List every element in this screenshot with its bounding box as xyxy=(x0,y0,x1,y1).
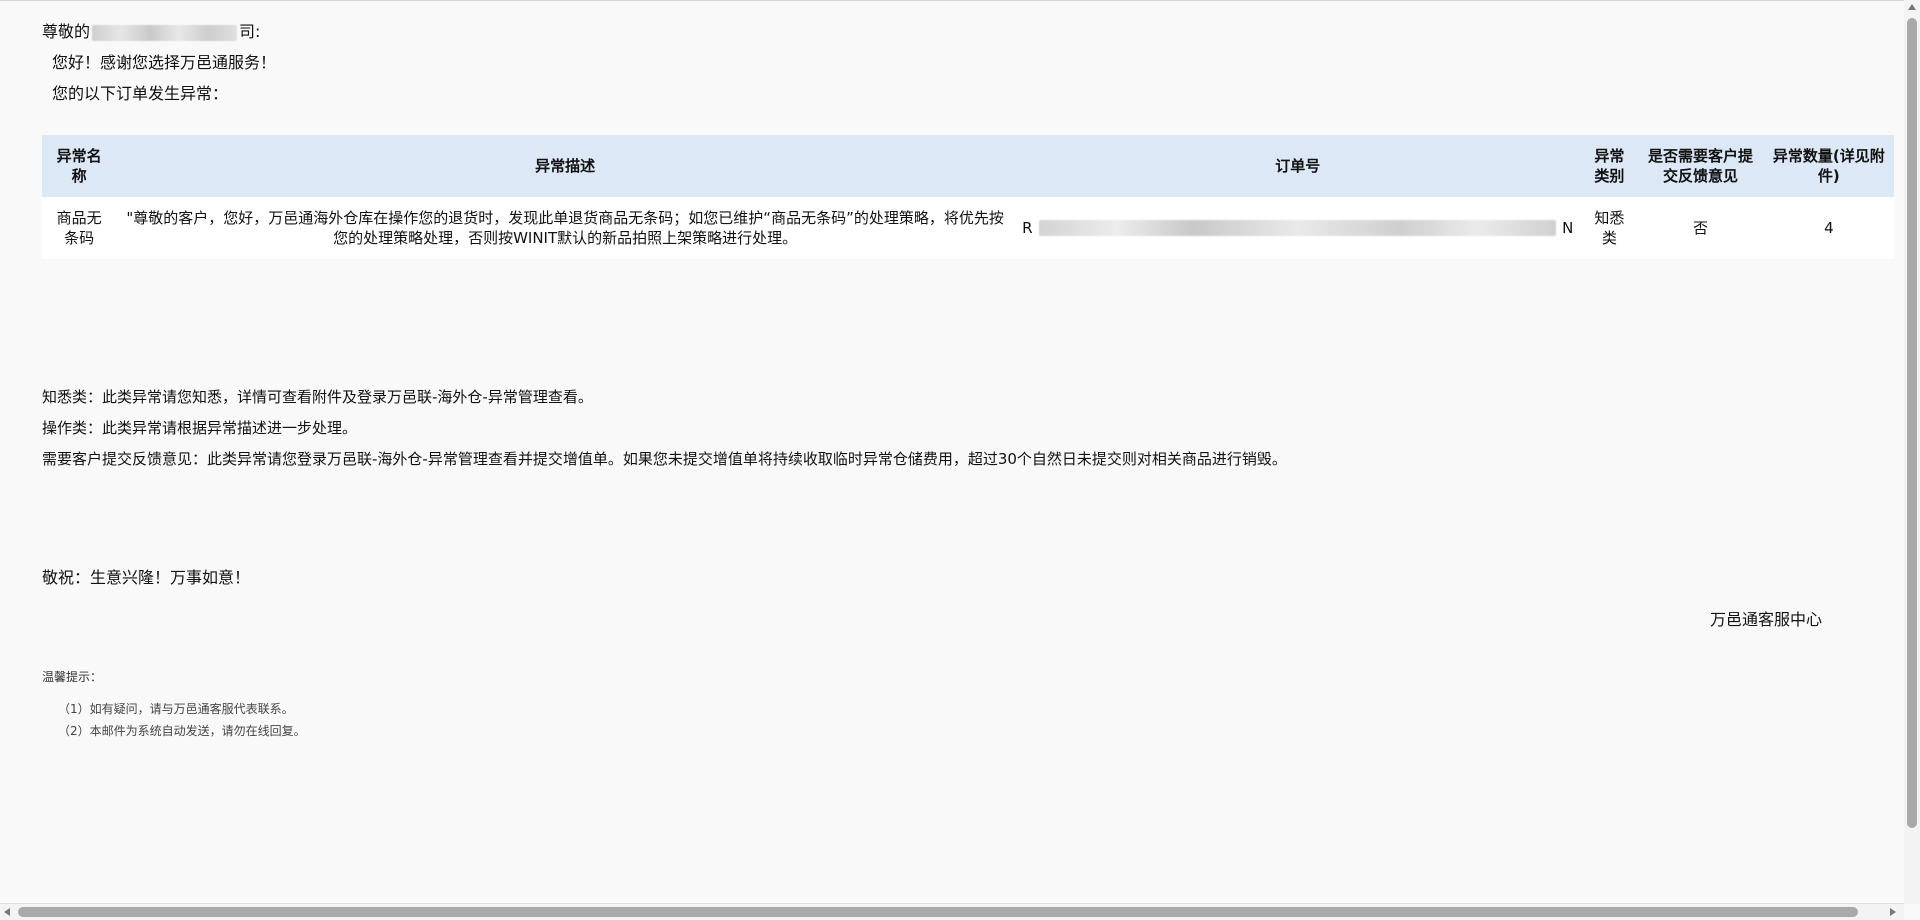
salutation: 尊敬的 司: xyxy=(42,22,260,42)
vertical-scrollbar[interactable] xyxy=(1904,0,1920,904)
signature: 万邑通客服中心 xyxy=(1710,610,1823,629)
table-header-row: 异常名称 异常描述 订单号 异常类别 是否需要客户提交反馈意见 异常数量(详见附… xyxy=(42,135,1894,197)
type-notes: 知悉类：此类异常请您知悉，详情可查看附件及登录万邑联-海外仓-异常管理查看。 操… xyxy=(42,382,1287,475)
closing-line: 敬祝：生意兴隆！万事如意！ xyxy=(42,568,251,587)
header-exception-type: 异常类别 xyxy=(1581,135,1638,197)
scroll-up-arrow-icon[interactable] xyxy=(1908,4,1916,10)
cell-order-number: R N xyxy=(1014,197,1582,259)
cell-need-feedback: 否 xyxy=(1637,197,1764,259)
order-number-prefix: R xyxy=(1022,219,1033,237)
scroll-left-arrow-icon[interactable] xyxy=(4,908,10,916)
header-exception-description: 异常描述 xyxy=(116,135,1015,197)
hello-line: 您好！感谢您选择万邑通服务！ xyxy=(52,53,277,72)
scroll-right-arrow-icon[interactable] xyxy=(1890,908,1896,916)
header-order-number: 订单号 xyxy=(1014,135,1582,197)
horizontal-scroll-thumb[interactable] xyxy=(18,907,1858,917)
top-border xyxy=(0,0,1920,1)
salutation-prefix: 尊敬的 xyxy=(42,22,91,41)
salutation-suffix: 司: xyxy=(239,22,261,41)
header-exception-name: 异常名称 xyxy=(42,135,117,197)
note-operation: 操作类：此类异常请根据异常描述进一步处理。 xyxy=(42,419,358,437)
tip-item: （2）本邮件为系统自动发送，请勿在线回复。 xyxy=(58,724,306,738)
vertical-scroll-thumb[interactable] xyxy=(1907,18,1917,828)
tips-title: 温馨提示： xyxy=(42,670,103,684)
tips-list: （1）如有疑问，请与万邑通客服代表联系。 （2）本邮件为系统自动发送，请勿在线回… xyxy=(58,698,306,742)
header-need-feedback: 是否需要客户提交反馈意见 xyxy=(1637,135,1764,197)
note-aware: 知悉类：此类异常请您知悉，详情可查看附件及登录万邑联-海外仓-异常管理查看。 xyxy=(42,388,593,406)
horizontal-scrollbar[interactable] xyxy=(0,903,1904,920)
note-feedback: 需要客户提交反馈意见：此类异常请您登录万邑联-海外仓-异常管理查看并提交增值单。… xyxy=(42,450,1287,468)
cell-exception-name: 商品无条码 xyxy=(42,197,117,259)
tip-item: （1）如有疑问，请与万邑通客服代表联系。 xyxy=(58,702,294,716)
redacted-order-number xyxy=(1038,220,1557,236)
exception-table: 异常名称 异常描述 订单号 异常类别 是否需要客户提交反馈意见 异常数量(详见附… xyxy=(42,135,1894,259)
cell-exception-quantity: 4 xyxy=(1763,197,1894,259)
intro-line: 您的以下订单发生异常： xyxy=(52,84,229,103)
header-exception-quantity: 异常数量(详见附件) xyxy=(1763,135,1894,197)
order-number-suffix: N xyxy=(1562,219,1574,237)
cell-exception-description: "尊敬的客户，您好，万邑通海外仓库在操作您的退货时，发现此单退货商品无条码；如您… xyxy=(116,197,1015,259)
cell-exception-type: 知悉类 xyxy=(1581,197,1638,259)
table-row: 商品无条码 "尊敬的客户，您好，万邑通海外仓库在操作您的退货时，发现此单退货商品… xyxy=(42,197,1894,259)
redacted-company-name xyxy=(92,24,238,41)
